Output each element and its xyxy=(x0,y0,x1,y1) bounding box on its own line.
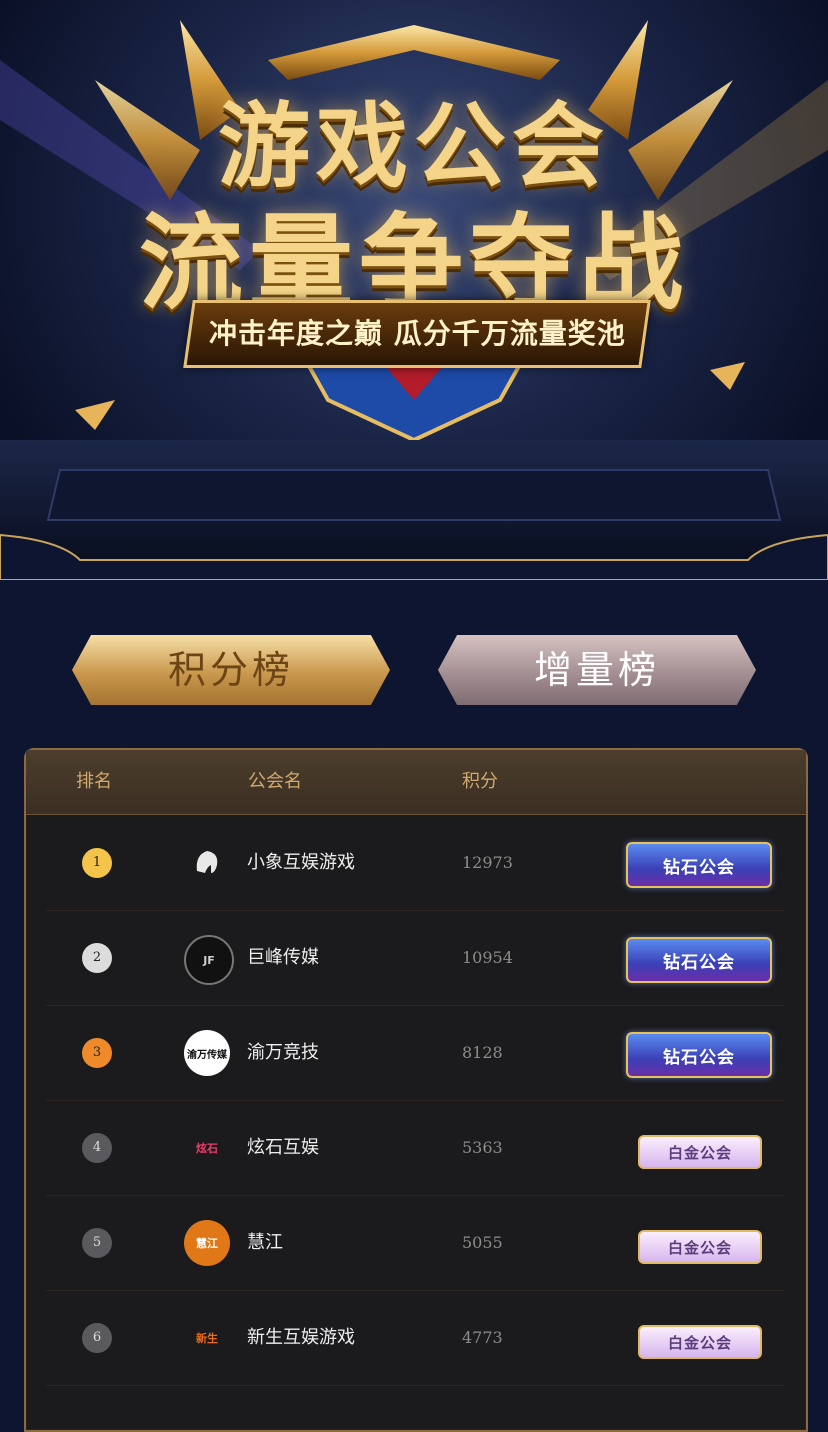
yuwan-logo-icon: 渝万传媒 xyxy=(184,1030,230,1076)
table-row[interactable]: 4 炫石 炫石互娱 5363 白金公会 xyxy=(46,1101,784,1196)
rank-badge: 4 xyxy=(82,1133,112,1163)
rank-badge: 1 xyxy=(82,848,112,878)
guild-name: 渝万竞技 xyxy=(247,1042,319,1063)
table-row[interactable]: 1 小象互娱游戏 12973 钻石公会 xyxy=(46,816,784,911)
guild-score: 4773 xyxy=(462,1328,503,1347)
guild-score: 5363 xyxy=(462,1138,503,1157)
guild-name: 慧江 xyxy=(247,1232,283,1253)
table-row[interactable]: 5 慧江 慧江 5055 白金公会 xyxy=(46,1196,784,1291)
banner-slogan: 冲击年度之巅 瓜分千万流量奖池 xyxy=(183,300,651,368)
jufeng-logo-icon: JF xyxy=(184,935,234,985)
elephant-logo-icon xyxy=(184,840,230,886)
tab-score-leaderboard[interactable]: 积分榜 xyxy=(72,635,390,705)
guild-name: 巨峰传媒 xyxy=(247,947,319,968)
huijiang-logo-icon: 慧江 xyxy=(184,1220,230,1266)
rank-badge: 5 xyxy=(82,1228,112,1258)
platinum-tier-badge: 白金公会 xyxy=(638,1135,762,1169)
table-row[interactable]: 6 新生 新生互娱游戏 4773 白金公会 xyxy=(46,1291,784,1386)
diamond-tier-badge: 钻石公会 xyxy=(626,842,772,888)
diamond-tier-badge: 钻石公会 xyxy=(626,937,772,983)
header-guild-name: 公会名 xyxy=(248,771,302,792)
rank-badge: 2 xyxy=(82,943,112,973)
diamond-tier-badge: 钻石公会 xyxy=(626,1032,772,1078)
platinum-tier-badge: 白金公会 xyxy=(638,1230,762,1264)
header-score: 积分 xyxy=(462,771,498,792)
xuanshi-logo-icon: 炫石 xyxy=(184,1125,230,1171)
hero-banner: 游戏公会 流量争夺战 冲击年度之巅 瓜分千万流量奖池 xyxy=(0,0,828,580)
guild-name: 小象互娱游戏 xyxy=(247,852,355,873)
platinum-tier-badge: 白金公会 xyxy=(638,1325,762,1359)
leaderboard-tabs: 积分榜 增量榜 xyxy=(0,635,828,707)
guild-score: 10954 xyxy=(462,948,513,967)
rank-badge: 6 xyxy=(82,1323,112,1353)
guild-name: 新生互娱游戏 xyxy=(247,1327,355,1348)
leaderboard-table: 排名 公会名 积分 1 小象互娱游戏 12973 钻石公会 2 JF 巨峰传媒 … xyxy=(24,748,808,1432)
xinsheng-logo-icon: 新生 xyxy=(184,1315,230,1361)
table-row[interactable]: 3 渝万传媒 渝万竞技 8128 钻石公会 xyxy=(46,1006,784,1101)
guild-score: 8128 xyxy=(462,1043,503,1062)
table-header: 排名 公会名 积分 xyxy=(26,750,806,815)
table-row[interactable]: 2 JF 巨峰传媒 10954 钻石公会 xyxy=(46,911,784,1006)
header-rank: 排名 xyxy=(76,771,112,792)
rank-badge: 3 xyxy=(82,1038,112,1068)
slogan-text: 冲击年度之巅 瓜分千万流量奖池 xyxy=(208,317,626,350)
guild-score: 5055 xyxy=(462,1233,503,1252)
guild-score: 12973 xyxy=(462,853,513,872)
tab-increment-leaderboard[interactable]: 增量榜 xyxy=(438,635,756,705)
guild-name: 炫石互娱 xyxy=(247,1137,319,1158)
